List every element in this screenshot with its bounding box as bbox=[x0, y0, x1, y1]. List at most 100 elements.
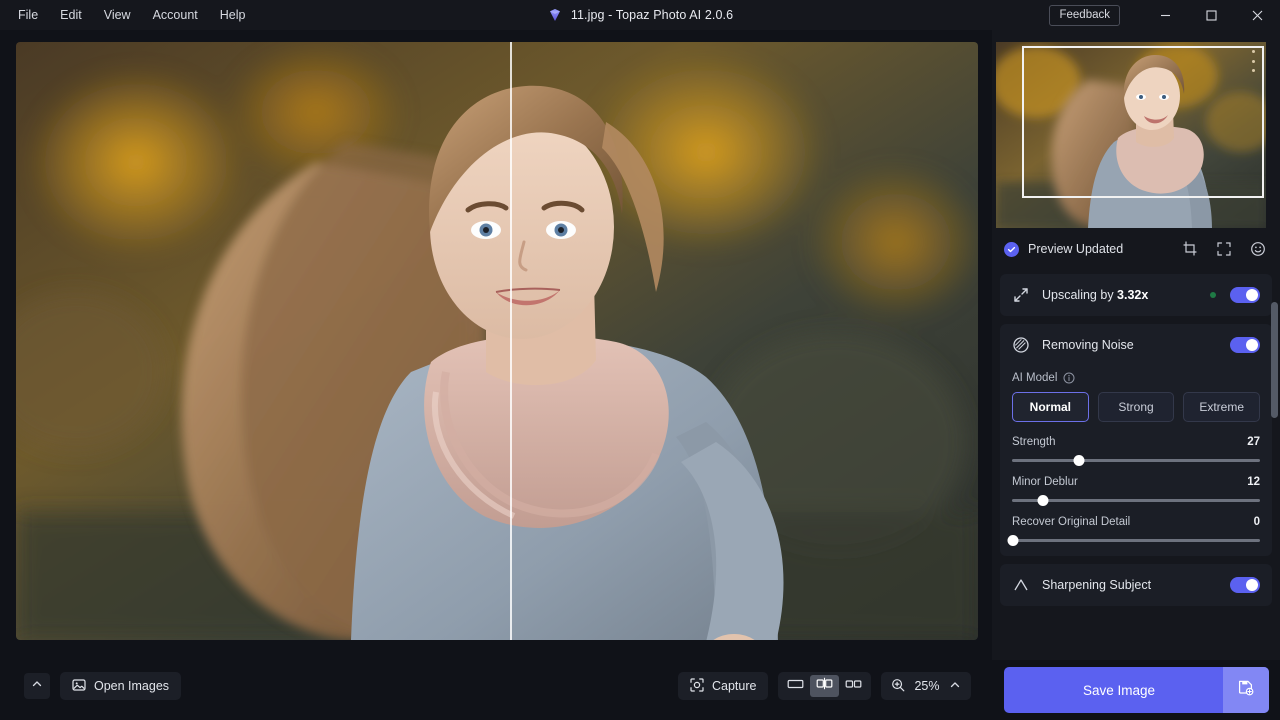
bottom-left-group: Open Images bbox=[24, 672, 182, 700]
right-panel: Preview Updated Upscaling by 3.32x Remov… bbox=[992, 30, 1280, 660]
chevron-up-icon bbox=[31, 677, 43, 695]
app-window: File Edit View Account Help 11.jpg - Top… bbox=[0, 0, 1280, 720]
ai-model-segmented-control[interactable]: Normal Strong Extreme bbox=[1012, 392, 1261, 422]
noise-circle-icon bbox=[1012, 336, 1030, 354]
ai-model-option-normal[interactable]: Normal bbox=[1012, 392, 1089, 422]
removing-noise-toggle[interactable] bbox=[1230, 337, 1260, 353]
slider-minor-deblur-label: Minor Deblur bbox=[1012, 476, 1078, 488]
maximize-icon[interactable] bbox=[1188, 0, 1234, 30]
slider-strength[interactable]: Strength 27 bbox=[1012, 436, 1260, 466]
menu-item-view[interactable]: View bbox=[94, 4, 141, 26]
view-mode-split[interactable] bbox=[810, 675, 840, 697]
ai-model-label-row: AI Model bbox=[1012, 372, 1260, 384]
menu-item-file[interactable]: File bbox=[8, 4, 48, 26]
enhancement-removing-noise[interactable]: Removing Noise AI Model Normal Strong Ex… bbox=[1000, 324, 1272, 556]
slider-recover-original-detail-label: Recover Original Detail bbox=[1012, 516, 1131, 528]
two-panes-icon bbox=[845, 677, 862, 695]
slider-strength-value: 27 bbox=[1247, 436, 1260, 448]
removing-noise-title: Removing Noise bbox=[1042, 338, 1134, 352]
panel-scrollbar-thumb[interactable] bbox=[1271, 302, 1278, 418]
sharpening-subject-toggle[interactable] bbox=[1230, 577, 1260, 593]
window-title: 11.jpg - Topaz Photo AI 2.0.6 bbox=[570, 8, 734, 22]
enhancement-upscaling[interactable]: Upscaling by 3.32x bbox=[1000, 274, 1272, 316]
image-canvas[interactable] bbox=[16, 42, 978, 640]
capture-button[interactable]: Capture bbox=[678, 672, 769, 700]
gem-logo-icon bbox=[547, 7, 563, 23]
enhancement-sharpening-subject[interactable]: Sharpening Subject bbox=[1000, 564, 1272, 606]
preview-status-text: Preview Updated bbox=[1028, 242, 1124, 256]
slider-strength-header: Strength 27 bbox=[1012, 436, 1260, 448]
before-after-split-handle[interactable] bbox=[510, 42, 512, 640]
menu-item-account[interactable]: Account bbox=[143, 4, 208, 26]
window-controls: Feedback bbox=[1049, 0, 1280, 30]
bottom-toolbar: Open Images Capture 25% Save Image bbox=[0, 660, 1280, 720]
save-image-button[interactable]: Save Image bbox=[1003, 667, 1269, 713]
slider-minor-deblur-track[interactable] bbox=[1012, 494, 1260, 506]
view-mode-group[interactable] bbox=[778, 672, 872, 700]
open-images-label: Open Images bbox=[94, 679, 170, 693]
image-icon bbox=[72, 678, 86, 695]
navigator-preview[interactable] bbox=[996, 42, 1266, 228]
upscaling-header[interactable]: Upscaling by 3.32x bbox=[1000, 274, 1272, 316]
slider-recover-original-detail[interactable]: Recover Original Detail 0 bbox=[1007, 516, 1260, 546]
open-images-button[interactable]: Open Images bbox=[60, 672, 182, 700]
slider-strength-label: Strength bbox=[1012, 436, 1056, 448]
crop-icon[interactable] bbox=[1182, 241, 1198, 257]
slider-recover-original-detail-knob[interactable] bbox=[1007, 534, 1019, 546]
enhancement-list[interactable]: Upscaling by 3.32x Removing Noise AI Mod… bbox=[992, 274, 1280, 660]
collapse-filmstrip-button[interactable] bbox=[24, 673, 50, 699]
slider-strength-knob[interactable] bbox=[1073, 454, 1085, 466]
view-mode-side-by-side[interactable] bbox=[839, 675, 868, 697]
view-mode-single[interactable] bbox=[781, 675, 810, 697]
slider-strength-track[interactable] bbox=[1012, 454, 1260, 466]
capture-viewfinder-icon bbox=[690, 677, 704, 695]
sharpening-subject-title: Sharpening Subject bbox=[1042, 578, 1152, 592]
minimize-icon[interactable] bbox=[1142, 0, 1188, 30]
preview-status-bar: Preview Updated bbox=[992, 230, 1280, 268]
rectangle-icon bbox=[787, 677, 804, 695]
menu-item-help[interactable]: Help bbox=[210, 4, 256, 26]
zoom-icon[interactable] bbox=[891, 678, 905, 695]
navigator-viewport-rect[interactable] bbox=[1022, 46, 1264, 198]
more-vertical-icon[interactable] bbox=[1246, 50, 1260, 72]
removing-noise-header[interactable]: Removing Noise bbox=[1000, 324, 1272, 366]
slider-minor-deblur[interactable]: Minor Deblur 12 bbox=[1012, 476, 1260, 506]
upscaling-toggle[interactable] bbox=[1230, 287, 1260, 303]
ai-model-label: AI Model bbox=[1012, 372, 1058, 384]
feedback-button[interactable]: Feedback bbox=[1049, 4, 1120, 26]
bottom-center-group: Capture 25% bbox=[678, 672, 971, 700]
close-icon[interactable] bbox=[1234, 0, 1280, 30]
zoom-level-value: 25% bbox=[914, 679, 940, 693]
panel-scrollbar[interactable] bbox=[1271, 302, 1278, 660]
slider-recover-original-detail-value: 0 bbox=[1253, 516, 1260, 528]
portrait-photo bbox=[16, 42, 978, 640]
capture-label: Capture bbox=[712, 679, 757, 693]
upscaling-status-dot bbox=[1210, 292, 1216, 298]
menu-bar: File Edit View Account Help bbox=[0, 0, 255, 30]
removing-noise-body: AI Model Normal Strong Extreme Strength … bbox=[1000, 372, 1272, 556]
save-as-button[interactable] bbox=[1222, 667, 1269, 713]
zoom-control[interactable]: 25% bbox=[881, 672, 971, 700]
chevron-up-icon[interactable] bbox=[949, 679, 961, 694]
info-icon[interactable] bbox=[1063, 372, 1075, 384]
face-detect-icon[interactable] bbox=[1250, 241, 1266, 257]
fullscreen-icon[interactable] bbox=[1216, 241, 1232, 257]
ai-model-option-extreme[interactable]: Extreme bbox=[1183, 392, 1261, 422]
slider-recover-original-detail-header: Recover Original Detail 0 bbox=[1012, 516, 1260, 528]
sharpen-peak-icon bbox=[1012, 576, 1030, 594]
sharpening-subject-header[interactable]: Sharpening Subject bbox=[1000, 564, 1272, 606]
ai-model-option-strong[interactable]: Strong bbox=[1097, 392, 1175, 422]
upscale-arrows-icon bbox=[1012, 286, 1030, 304]
save-area: Save Image bbox=[992, 660, 1280, 720]
save-as-icon bbox=[1237, 679, 1255, 702]
split-icon bbox=[816, 677, 833, 695]
check-circle-icon bbox=[1004, 241, 1019, 257]
upscaling-title: Upscaling by 3.32x bbox=[1042, 288, 1149, 302]
title-bar: File Edit View Account Help 11.jpg - Top… bbox=[0, 0, 1280, 30]
save-image-label: Save Image bbox=[1082, 682, 1156, 698]
slider-minor-deblur-header: Minor Deblur 12 bbox=[1012, 476, 1260, 488]
slider-recover-original-detail-track[interactable] bbox=[1007, 534, 1260, 546]
slider-minor-deblur-knob[interactable] bbox=[1037, 494, 1049, 506]
preview-actions bbox=[1182, 241, 1266, 257]
menu-item-edit[interactable]: Edit bbox=[50, 4, 92, 26]
